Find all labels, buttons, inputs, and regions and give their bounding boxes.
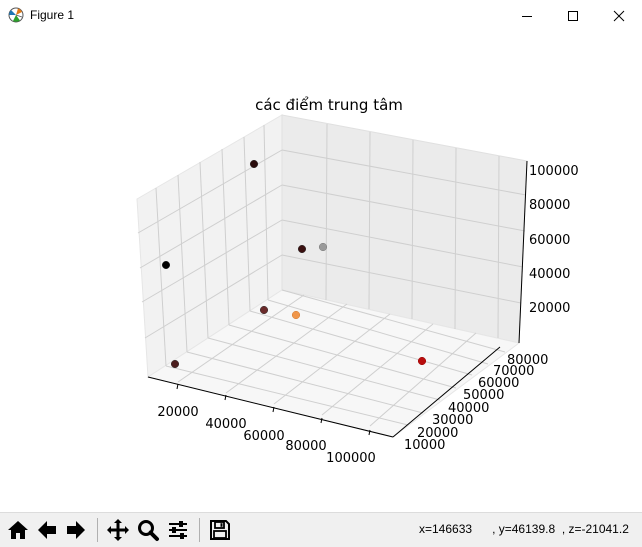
floppy-disk-icon — [210, 520, 230, 540]
navigation-toolbar: x=146633 , y=46139.8 , z=-21041.2 — [0, 512, 642, 547]
home-icon — [8, 521, 28, 539]
close-icon — [613, 10, 625, 21]
minimize-icon — [522, 15, 532, 17]
data-point — [161, 260, 171, 270]
close-button[interactable] — [596, 0, 642, 31]
z-tick-label: 80000 — [529, 198, 570, 213]
maximize-button[interactable] — [550, 0, 596, 31]
z-tick-label: 20000 — [529, 301, 570, 316]
pan-button[interactable] — [104, 516, 132, 544]
sliders-icon — [169, 521, 187, 539]
cursor-coordinates: x=146633 , y=46139.8 , z=-21041.2 — [419, 522, 629, 536]
figure-canvas[interactable]: 20000 40000 60000 80000 100000 10000 200… — [0, 31, 642, 512]
z-tick-label: 60000 — [529, 233, 570, 248]
maximize-icon — [568, 10, 578, 21]
coord-z: , z=-21041.2 — [561, 522, 629, 536]
3d-scatter-plot: 20000 40000 60000 80000 100000 10000 200… — [136, 96, 579, 466]
z-tick-label: 100000 — [529, 164, 579, 179]
save-button[interactable] — [206, 516, 234, 544]
zoom-magnifier-icon — [138, 520, 159, 541]
forward-button[interactable] — [62, 516, 90, 544]
chart-title: các điểm trung tâm — [255, 96, 403, 114]
data-point — [170, 359, 180, 369]
minimize-button[interactable] — [504, 0, 550, 31]
y-tick-label: 20000 — [417, 426, 458, 441]
y-tick-label: 40000 — [448, 401, 489, 416]
x-tick-label: 60000 — [243, 429, 284, 444]
x-tick-label: 80000 — [285, 439, 326, 454]
toolbar-separator — [97, 518, 98, 542]
toolbar-separator — [199, 518, 200, 542]
configure-subplots-button[interactable] — [164, 516, 192, 544]
data-point — [417, 356, 427, 366]
data-point — [297, 244, 307, 254]
data-point — [318, 242, 328, 252]
data-point — [249, 159, 259, 169]
pan-move-icon — [107, 519, 129, 541]
back-button[interactable] — [33, 516, 61, 544]
window-title: Figure 1 — [30, 8, 75, 22]
data-point — [291, 310, 301, 320]
coord-x: x=146633 — [419, 522, 473, 536]
home-button[interactable] — [4, 516, 32, 544]
forward-arrow-icon — [67, 521, 85, 539]
x-tick-label: 20000 — [157, 405, 198, 420]
matplotlib-icon — [8, 7, 24, 23]
z-tick-label: 40000 — [529, 267, 570, 282]
window-titlebar: Figure 1 — [0, 0, 642, 31]
y-tick-label: 80000 — [507, 353, 548, 368]
x-tick-label: 100000 — [326, 451, 376, 466]
back-arrow-icon — [38, 521, 56, 539]
x-tick-label: 40000 — [205, 417, 246, 432]
data-point — [259, 305, 269, 315]
zoom-button[interactable] — [134, 516, 162, 544]
coord-y: , y=46139.8 — [492, 522, 556, 536]
